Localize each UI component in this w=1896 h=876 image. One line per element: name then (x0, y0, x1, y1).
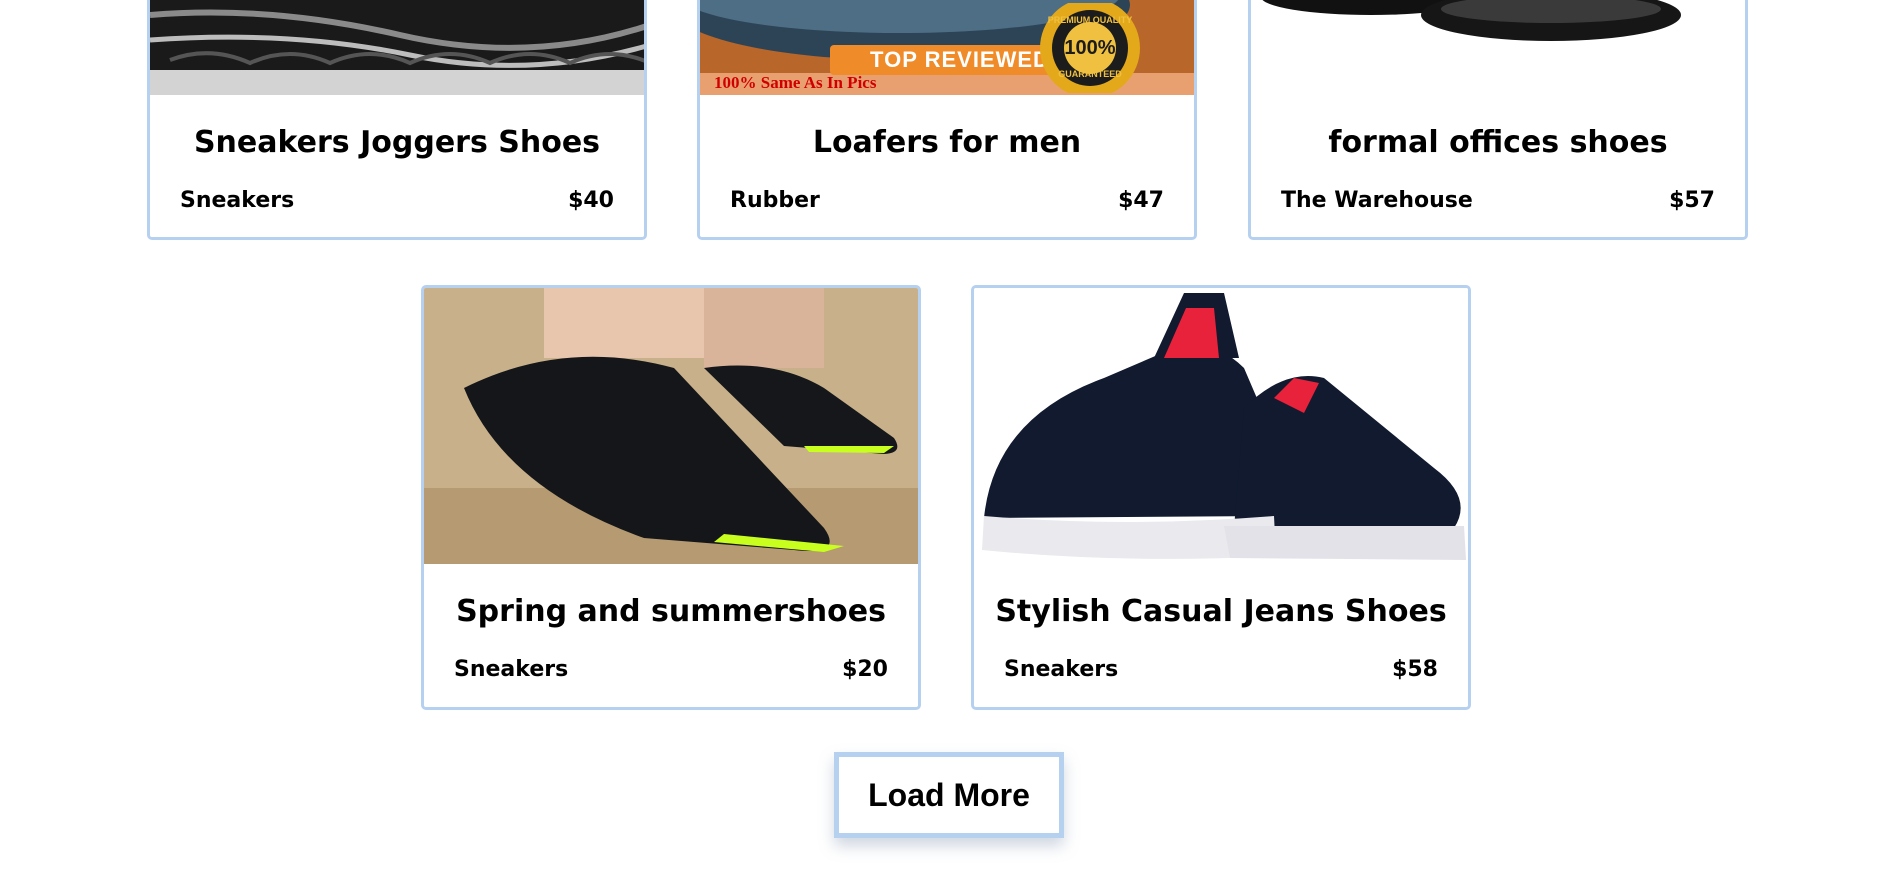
product-image-loafers[interactable]: TOP REVIEWED PREMIUM QUALITY 100% GUARAN… (700, 0, 1194, 95)
product-meta: Sneakers $40 (150, 187, 644, 215)
product-price: $20 (842, 657, 888, 682)
product-category: The Warehouse (1281, 188, 1473, 213)
product-title: Loafers for men (812, 125, 1082, 160)
quality-seal-icon: PREMIUM QUALITY 100% GUARANTEED (1030, 3, 1150, 93)
product-image-formal-shoes[interactable] (1251, 0, 1745, 95)
product-meta: Sneakers $58 (974, 656, 1468, 684)
product-title: Sneakers Joggers Shoes (193, 125, 601, 160)
product-category: Sneakers (180, 188, 295, 213)
load-more-button[interactable]: Load More (834, 752, 1064, 838)
product-price: $58 (1392, 657, 1438, 682)
product-image-casual-jeans[interactable] (974, 288, 1468, 564)
product-category: Sneakers (454, 657, 569, 682)
product-card[interactable]: Spring and summershoes Sneakers $20 (421, 285, 921, 710)
product-image-sneakers-joggers[interactable] (150, 0, 644, 95)
product-grid-page: Sneakers Joggers Shoes Sneakers $40 TOP … (0, 0, 1896, 876)
product-card[interactable]: formal offices shoes The Warehouse $57 (1248, 0, 1748, 240)
product-meta: Rubber $47 (700, 187, 1194, 215)
same-as-pics-caption: 100% Same As In Pics (714, 73, 877, 92)
product-title: Stylish Casual Jeans Shoes (995, 594, 1447, 629)
product-card[interactable]: Stylish Casual Jeans Shoes Sneakers $58 (971, 285, 1471, 710)
product-price: $40 (568, 188, 614, 213)
product-card[interactable]: Sneakers Joggers Shoes Sneakers $40 (147, 0, 647, 240)
seal-top-text: PREMIUM QUALITY (1047, 15, 1133, 25)
product-title: Spring and summershoes (456, 594, 886, 629)
product-meta: The Warehouse $57 (1251, 187, 1745, 215)
product-price: $47 (1118, 188, 1164, 213)
product-price: $57 (1669, 188, 1715, 213)
product-card[interactable]: TOP REVIEWED PREMIUM QUALITY 100% GUARAN… (697, 0, 1197, 240)
product-category: Rubber (730, 188, 820, 213)
product-title: formal offices shoes (1328, 125, 1668, 160)
seal-center-text: 100% (1064, 37, 1116, 59)
product-category: Sneakers (1004, 657, 1119, 682)
product-image-spring-summer[interactable] (424, 288, 918, 564)
seal-bottom-text: GUARANTEED (1058, 69, 1122, 79)
product-meta: Sneakers $20 (424, 656, 918, 684)
